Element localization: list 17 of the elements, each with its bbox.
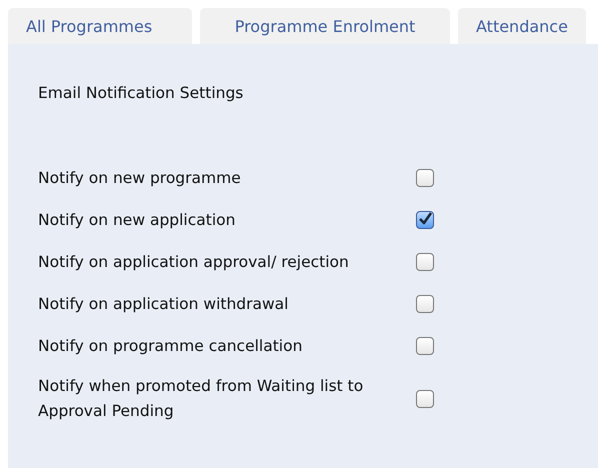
section-title: Email Notification Settings: [38, 84, 244, 102]
checkbox[interactable]: [416, 337, 434, 355]
checkbox[interactable]: [416, 253, 434, 271]
tab[interactable]: Attendance: [458, 8, 586, 44]
setting-label: Notify when promoted from Waiting list to Approval Pending: [38, 376, 364, 422]
setting-label: Notify on new application: [38, 210, 236, 230]
setting-label: Notify on application approval/ rejection: [38, 252, 350, 272]
checkbox[interactable]: [416, 390, 434, 408]
setting-label: Notify on new programme: [38, 168, 242, 188]
check-icon: [417, 210, 433, 226]
tab[interactable]: Programme Enrolment: [200, 8, 450, 44]
setting-label: Notify on programme cancellation: [38, 336, 304, 356]
checkbox[interactable]: [416, 169, 434, 187]
setting-label: Notify on application withdrawal: [38, 294, 290, 314]
tab[interactable]: All Programmes: [8, 8, 192, 44]
checkbox[interactable]: [416, 211, 434, 229]
checkbox[interactable]: [416, 295, 434, 313]
